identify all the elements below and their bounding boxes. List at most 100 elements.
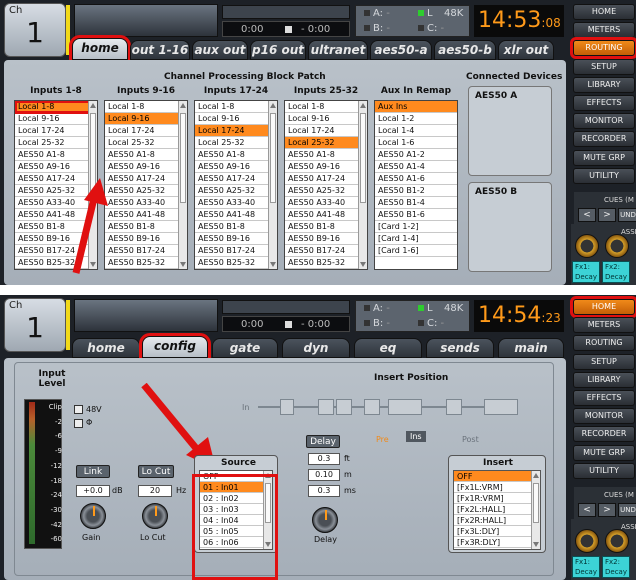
- list-item[interactable]: AES50 A17-24: [195, 173, 277, 185]
- insert-ins[interactable]: Ins: [406, 431, 426, 442]
- scrollbar[interactable]: [531, 471, 540, 549]
- sidebar-recorder-button[interactable]: RECORDER: [573, 426, 635, 443]
- list-item[interactable]: AES50 A25-32: [285, 185, 367, 197]
- delay-button[interactable]: Delay: [306, 435, 340, 448]
- sidebar-monitor-button[interactable]: MONITOR: [573, 408, 635, 425]
- tab-aux-out[interactable]: aux out: [192, 40, 248, 60]
- insert-pre[interactable]: Pre: [376, 435, 389, 444]
- list-item[interactable]: AES50 A9-16: [285, 161, 367, 173]
- phantom-power-checkbox[interactable]: [74, 405, 83, 414]
- sidebar-effects-button[interactable]: EFFECTS: [573, 390, 635, 406]
- list-item[interactable]: AES50 A33-40: [195, 197, 277, 209]
- list-item[interactable]: AES50 A1-4: [375, 161, 457, 173]
- list-item[interactable]: AES50 B1-4: [375, 197, 457, 209]
- list-item[interactable]: AES50 A41-48: [195, 209, 277, 221]
- cue-next-button[interactable]: >: [598, 208, 616, 222]
- list-item[interactable]: AES50 B1-6: [375, 209, 457, 221]
- scroll-thumb[interactable]: [533, 483, 539, 523]
- scroll-up-icon[interactable]: [533, 473, 539, 478]
- list-item[interactable]: AES50 B1-2: [375, 185, 457, 197]
- link-button[interactable]: Link: [76, 465, 110, 478]
- gain-value[interactable]: +0.0: [76, 485, 110, 497]
- list-item[interactable]: Local 1-6: [375, 137, 457, 149]
- scroll-up-icon[interactable]: [270, 103, 276, 108]
- tab-gate[interactable]: gate: [212, 338, 278, 358]
- list-item[interactable]: [Fx2L:HALL]: [454, 504, 540, 515]
- sidebar-meters-button[interactable]: METERS: [573, 317, 635, 334]
- sidebar-utility-button[interactable]: UTILITY: [573, 167, 635, 184]
- list-item[interactable]: AES50 A33-40: [285, 197, 367, 209]
- list-item[interactable]: AES50 A9-16: [105, 161, 187, 173]
- scroll-up-icon[interactable]: [90, 103, 96, 108]
- list-item[interactable]: Local 25-32: [285, 137, 367, 149]
- assign-knob-1[interactable]: [575, 529, 599, 553]
- scroll-up-icon[interactable]: [360, 103, 366, 108]
- insert-list[interactable]: OFF [Fx1L:VRM] [Fx1R:VRM] [Fx2L:HALL] [Fx2R:…: [453, 470, 541, 550]
- cue-prev-button[interactable]: <: [578, 503, 596, 517]
- list-item[interactable]: AES50 B25-32: [285, 257, 367, 269]
- list-item[interactable]: Local 25-32: [15, 137, 97, 149]
- list-item[interactable]: Local 1-4: [375, 125, 457, 137]
- list-item[interactable]: [Fx1R:VRM]: [454, 493, 540, 504]
- list-item[interactable]: AES50 B1-8: [195, 221, 277, 233]
- phase-invert-checkbox[interactable]: [74, 419, 83, 428]
- patch-list[interactable]: Local 1-8 Local 9-16 Local 17-24 Local 25-3…: [284, 100, 368, 270]
- scroll-thumb[interactable]: [180, 113, 186, 203]
- sidebar-routing-button[interactable]: ROUTING: [570, 37, 636, 60]
- list-item[interactable]: AES50 B25-32: [195, 257, 277, 269]
- delay-m-value[interactable]: 0.10: [308, 469, 340, 481]
- assign-knob-1[interactable]: [575, 234, 599, 258]
- delay-ft-value[interactable]: 0.3: [308, 453, 340, 465]
- list-item[interactable]: AES50 A25-32: [195, 185, 277, 197]
- list-item[interactable]: [Fx2R:HALL]: [454, 515, 540, 526]
- scrollbar[interactable]: [268, 101, 277, 269]
- sidebar-home-button[interactable]: HOME: [573, 4, 635, 20]
- sidebar-library-button[interactable]: LIBRARY: [573, 76, 635, 93]
- list-item[interactable]: AES50 A1-8: [285, 149, 367, 161]
- list-item[interactable]: Local 1-8: [105, 101, 187, 113]
- tab-xlr-out[interactable]: xlr out: [498, 40, 554, 60]
- tab-main[interactable]: main: [498, 338, 564, 358]
- list-item[interactable]: Local 9-16: [105, 113, 187, 125]
- list-item[interactable]: Local 17-24: [15, 125, 97, 137]
- tab-ultranet[interactable]: ultranet: [308, 40, 368, 60]
- list-item[interactable]: AES50 A1-8: [15, 149, 97, 161]
- list-item[interactable]: Local 17-24: [285, 125, 367, 137]
- list-item[interactable]: Local 25-32: [195, 137, 277, 149]
- scroll-thumb[interactable]: [360, 113, 366, 203]
- list-item[interactable]: Local 9-16: [15, 113, 97, 125]
- list-item[interactable]: Aux Ins: [375, 101, 457, 113]
- scroll-down-icon[interactable]: [360, 262, 366, 267]
- list-item[interactable]: [Fx3R:DLY]: [454, 537, 540, 548]
- list-item[interactable]: [Card 1-6]: [375, 245, 457, 257]
- sidebar-setup-button[interactable]: SETUP: [573, 58, 635, 75]
- sidebar-utility-button[interactable]: UTILITY: [573, 462, 635, 479]
- device-aes50-a[interactable]: AES50 A: [468, 86, 552, 176]
- list-item[interactable]: Local 17-24: [195, 125, 277, 137]
- scroll-thumb[interactable]: [270, 113, 276, 203]
- delay-ms-value[interactable]: 0.3: [308, 485, 340, 497]
- list-item[interactable]: AES50 A41-48: [285, 209, 367, 221]
- sidebar-recorder-button[interactable]: RECORDER: [573, 131, 635, 148]
- cue-next-button[interactable]: >: [598, 503, 616, 517]
- list-item[interactable]: AES50 A1-6: [375, 173, 457, 185]
- list-item[interactable]: AES50 B9-16: [285, 233, 367, 245]
- tab-p16-out[interactable]: p16 out: [250, 40, 306, 60]
- locut-knob[interactable]: [142, 503, 168, 529]
- tab-config[interactable]: config: [139, 333, 211, 361]
- list-item[interactable]: AES50 A1-2: [375, 149, 457, 161]
- sidebar-monitor-button[interactable]: MONITOR: [573, 113, 635, 130]
- sidebar-meters-button[interactable]: METERS: [573, 22, 635, 39]
- list-item[interactable]: AES50 B17-24: [285, 245, 367, 257]
- list-item[interactable]: Local 1-8: [15, 101, 97, 114]
- list-item[interactable]: AES50 B9-16: [195, 233, 277, 245]
- tab-eq[interactable]: eq: [354, 338, 422, 358]
- sidebar-mute-grp-button[interactable]: MUTE GRP: [573, 444, 635, 461]
- scroll-down-icon[interactable]: [180, 262, 186, 267]
- sidebar-library-button[interactable]: LIBRARY: [573, 371, 635, 388]
- tab-out-1-16[interactable]: out 1-16: [130, 40, 190, 60]
- list-item[interactable]: Local 1-8: [285, 101, 367, 113]
- list-item[interactable]: Local 9-16: [195, 113, 277, 125]
- cue-undo-button[interactable]: UND: [618, 503, 636, 517]
- list-item[interactable]: Local 17-24: [105, 125, 187, 137]
